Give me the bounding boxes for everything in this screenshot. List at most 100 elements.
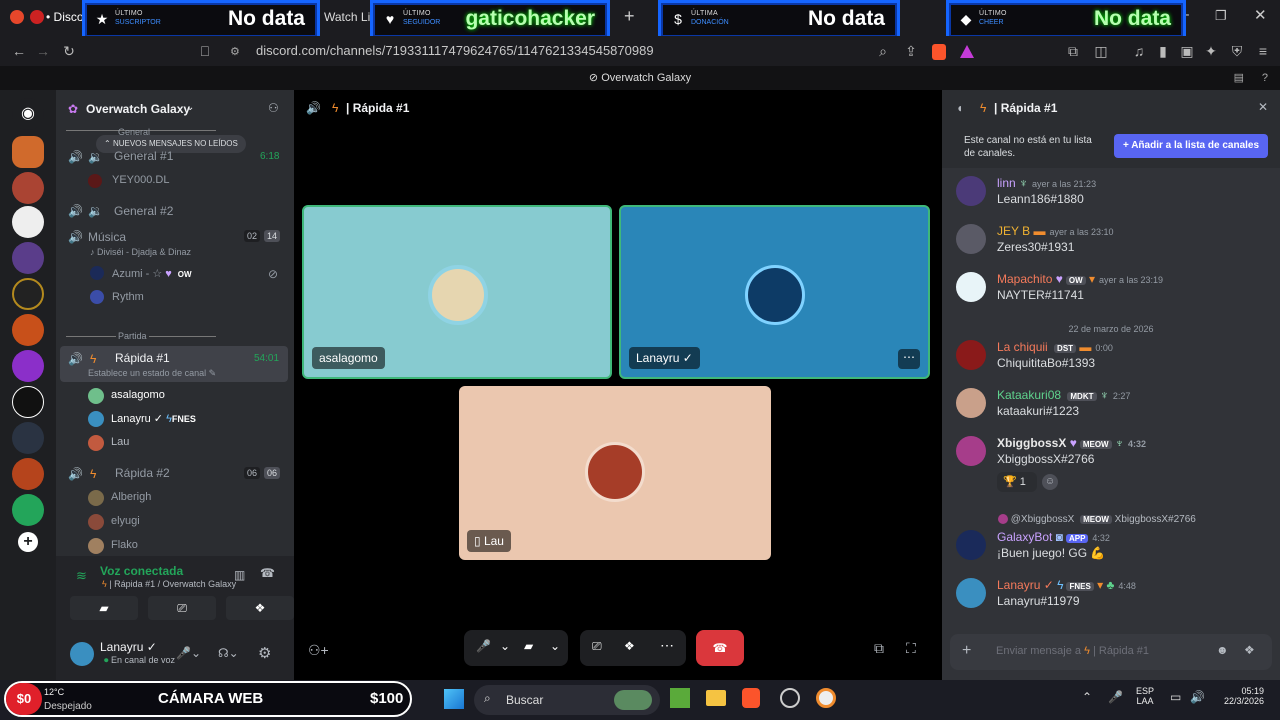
microphone-icon[interactable]: 🎤⌄ (176, 646, 201, 660)
volume-icon[interactable]: 🔊 (1190, 690, 1205, 704)
activities-button[interactable]: ❖ (226, 596, 294, 620)
windows-start-icon[interactable] (444, 689, 464, 709)
more-options-icon[interactable]: ⋯ (898, 349, 920, 369)
server-icon[interactable] (12, 458, 44, 490)
server-icon[interactable] (12, 242, 44, 274)
voice-user[interactable]: asalagomo (111, 389, 165, 401)
video-tile-lanayru[interactable]: Lanayru ✓ ⋯ (619, 205, 930, 379)
taskbar-search[interactable]: ⌕ Buscar (474, 685, 660, 715)
chevron-up-icon[interactable]: ⌄ (500, 639, 510, 653)
server-icon[interactable] (12, 314, 44, 346)
bookmark-icon[interactable]: ⎕ (194, 36, 216, 66)
message-input[interactable]: + Enviar mensaje a ϟ | Rápida #1 ☻ ❖ (950, 634, 1272, 670)
video-tile-lau[interactable]: ▯ Lau (459, 386, 771, 560)
language-indicator[interactable]: ESP LAA (1136, 686, 1154, 706)
share-icon[interactable]: ⇪ (900, 36, 922, 66)
server-icon[interactable] (12, 494, 44, 526)
invite-icon[interactable]: ⚇+ (308, 642, 329, 659)
wallet-icon[interactable]: ▣ (1176, 36, 1198, 66)
channel-general-2[interactable]: General #2 (114, 204, 173, 218)
settings-gear-icon[interactable]: ⚙ (258, 644, 271, 662)
disconnect-icon[interactable]: ☎ (260, 566, 275, 580)
server-overwatch-icon[interactable] (12, 206, 44, 238)
channel-rapida-2[interactable]: Rápida #2 (115, 466, 170, 480)
extension-icon[interactable]: ⧉ (1062, 36, 1084, 66)
camera-off-icon[interactable]: ▰ (524, 639, 533, 653)
voice-user[interactable]: Rythm (112, 291, 144, 303)
reload-icon[interactable]: ↻ (58, 36, 80, 66)
voice-user[interactable]: Flako (111, 539, 138, 551)
music-icon[interactable]: ♫ (1128, 36, 1150, 66)
activities-icon[interactable]: ❖ (624, 639, 635, 653)
add-to-channels-button[interactable]: + Añadir a la lista de canales (1114, 134, 1268, 158)
voice-user[interactable]: Lanayru ✓ ϟFNES (111, 412, 196, 425)
soundboard-icon[interactable]: ▥ (234, 568, 245, 582)
add-member-icon[interactable]: ⚇ (268, 101, 279, 115)
chevron-up-icon[interactable]: ⌃ (1082, 690, 1092, 704)
server-icon[interactable] (12, 422, 44, 454)
discord-home-icon[interactable]: ◉ (12, 98, 44, 130)
voice-user[interactable]: YEY000.DL (112, 174, 169, 186)
menu-icon[interactable]: ≡ (1252, 36, 1274, 66)
close-window-icon[interactable]: ✕ (1254, 6, 1267, 24)
voice-user[interactable]: Azumi - ☆ ♥ OW (112, 267, 195, 280)
minecraft-icon[interactable] (670, 688, 690, 708)
sidebar-icon[interactable]: ▮ (1152, 36, 1174, 66)
screenshot-icon[interactable]: ◫ (1090, 36, 1112, 66)
network-icon[interactable]: ▭ (1170, 690, 1181, 704)
add-reaction-icon[interactable]: ☺ (1042, 474, 1058, 490)
help-icon[interactable]: ? (1262, 66, 1268, 90)
forward-icon[interactable]: → (32, 36, 54, 66)
channel-general-1[interactable]: General #1 (114, 149, 173, 163)
overwatch-app-icon[interactable] (816, 688, 836, 708)
brave-shield-icon[interactable] (932, 44, 946, 60)
ai-icon[interactable]: ✦ (1200, 36, 1222, 66)
emoji-icon[interactable]: ☻ (1216, 643, 1229, 657)
popout-icon[interactable]: ⧉ (874, 640, 884, 657)
reply-reference[interactable]: @XbiggbossX MEOW XbiggbossX#2766 (998, 514, 1196, 525)
vpn-icon[interactable]: ⛨ (1226, 36, 1248, 66)
voice-user[interactable]: elyugi (111, 515, 140, 527)
server-icon[interactable] (12, 136, 44, 168)
close-icon[interactable]: ✕ (1258, 100, 1268, 114)
voice-user[interactable]: Lau (111, 436, 129, 448)
apps-icon[interactable]: ❖ (1244, 643, 1255, 657)
reaction-trophy[interactable]: 🏆 1 (997, 472, 1037, 492)
server-icon[interactable] (12, 278, 44, 310)
inbox-icon[interactable]: ▤ (1234, 66, 1244, 90)
microphone-icon[interactable]: 🎤 (1108, 690, 1123, 704)
back-icon[interactable]: ← (8, 36, 30, 66)
brave-browser-icon[interactable] (742, 688, 760, 708)
more-icon[interactable]: ⋯ (660, 637, 674, 654)
voice-user[interactable]: Alberigh (111, 491, 151, 503)
headphones-icon[interactable]: ☊⌄ (218, 646, 239, 660)
fullscreen-icon[interactable]: ⛶ (906, 640, 916, 657)
category-partida[interactable]: Partida (116, 331, 149, 341)
avatar[interactable] (70, 642, 94, 666)
chevron-up-icon[interactable]: ⌄ (550, 639, 560, 653)
channel-rapida-1[interactable]: Rápida #1 (115, 351, 170, 365)
server-icon[interactable] (12, 386, 44, 418)
brave-rewards-icon[interactable] (960, 45, 974, 58)
disconnect-button[interactable]: ☎ (696, 630, 744, 666)
clock[interactable]: 05:19 22/3/2026 (1212, 686, 1264, 706)
screen-share-button[interactable]: ⎚ (148, 596, 216, 620)
new-tab-icon[interactable]: + (624, 6, 635, 27)
site-settings-icon[interactable]: ⚙ (230, 45, 240, 58)
channel-musica[interactable]: Música (88, 230, 126, 244)
username[interactable]: Lanayru ✓ (100, 640, 157, 654)
app-icon[interactable] (780, 688, 800, 708)
server-icon[interactable] (12, 172, 44, 204)
video-tile-asalagomo[interactable]: asalagomo (302, 205, 612, 379)
add-attachment-icon[interactable]: + (962, 642, 971, 660)
screen-share-icon[interactable]: ⎚ (592, 639, 602, 654)
add-server-icon[interactable]: + (18, 532, 38, 552)
camera-off-button[interactable]: ▰ (70, 596, 138, 620)
microphone-icon[interactable]: 🎤 (476, 639, 491, 653)
file-explorer-icon[interactable] (706, 690, 726, 706)
set-channel-status[interactable]: Establece un estado de canal ✎ (88, 368, 216, 379)
url-field[interactable]: discord.com/channels/719331117479624765/… (222, 40, 902, 62)
server-header[interactable]: ✿ Overwatch Galaxy ⌄ ⚇ (56, 90, 294, 126)
restore-icon[interactable]: ❐ (1215, 8, 1227, 24)
server-icon[interactable] (12, 350, 44, 382)
